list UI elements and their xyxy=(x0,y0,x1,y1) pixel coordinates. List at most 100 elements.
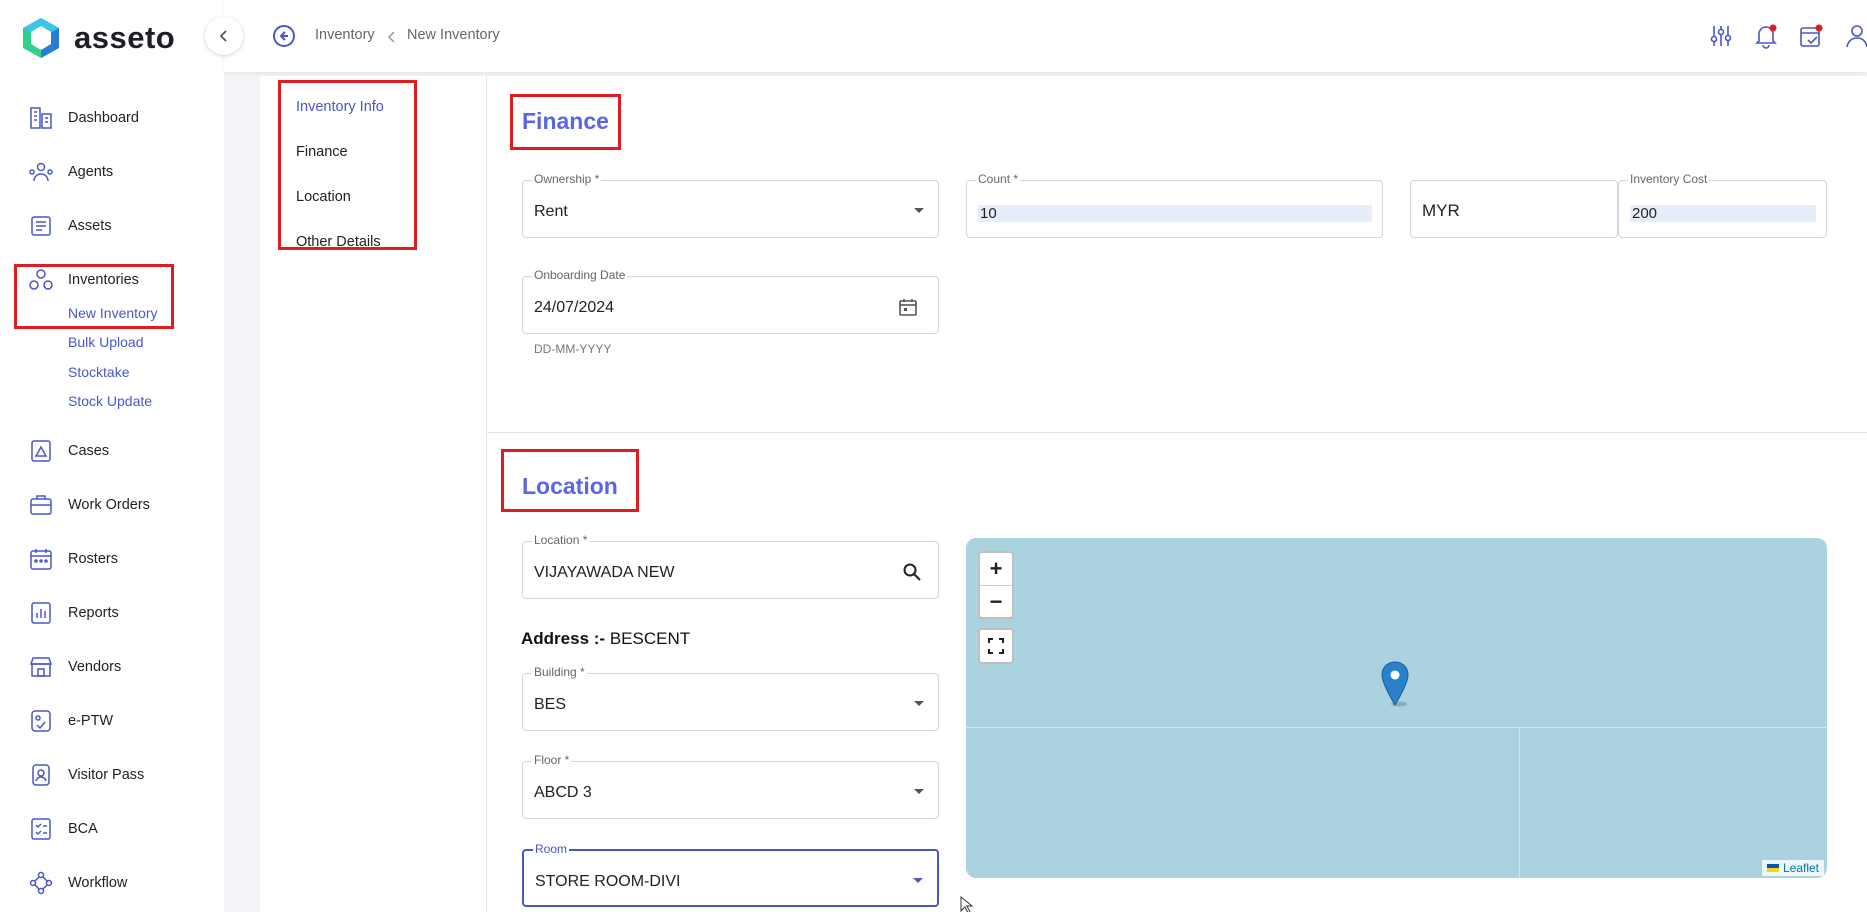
logo[interactable]: asseto xyxy=(20,16,175,60)
zoom-out-button[interactable]: − xyxy=(980,585,1012,617)
inventory-cost-label: Inventory Cost xyxy=(1628,172,1710,186)
sidebar-subitem-stocktake[interactable]: Stocktake xyxy=(68,364,129,380)
building-value: BES xyxy=(534,696,567,713)
building-select[interactable]: Building * BES xyxy=(522,665,939,731)
sidebar-item-agents[interactable]: Agents xyxy=(28,158,113,186)
dropdown-caret-icon xyxy=(914,208,924,213)
room-label: Room xyxy=(533,842,570,856)
sidebar-item-label: Agents xyxy=(68,164,114,180)
leaflet-link[interactable]: Leaflet xyxy=(1783,861,1819,875)
sidebar-item-label: BCA xyxy=(68,821,98,837)
highlight-box-finance xyxy=(510,94,621,150)
onboarding-date-input[interactable]: Onboarding Date 24/07/2024 xyxy=(522,268,939,334)
calendar-icon[interactable] xyxy=(898,297,918,317)
sidebar-item-label: Assets xyxy=(68,218,112,234)
address-value: BESCENT xyxy=(609,629,691,648)
back-arrow-icon[interactable] xyxy=(272,24,296,48)
location-map[interactable]: + − Leaflet xyxy=(966,538,1827,878)
sidebar-subitem-bulk-upload[interactable]: Bulk Upload xyxy=(68,334,144,350)
sidebar-item-reports[interactable]: Reports xyxy=(28,599,119,627)
sidebar-item-work-orders[interactable]: Work Orders xyxy=(28,491,150,519)
dropdown-caret-icon xyxy=(913,878,923,883)
sidebar-item-vendors[interactable]: Vendors xyxy=(28,653,121,681)
asseto-logo-icon xyxy=(23,18,59,58)
inventory-cost-input[interactable]: Inventory Cost 200 xyxy=(1618,172,1827,238)
onboarding-date-value: 24/07/2024 xyxy=(534,299,615,316)
notification-bell-icon[interactable] xyxy=(1753,23,1779,49)
sidebar-item-rosters[interactable]: Rosters xyxy=(28,545,118,573)
sidebar-item-bca[interactable]: BCA xyxy=(28,815,98,843)
dropdown-caret-icon xyxy=(914,789,924,794)
zoom-in-button[interactable]: + xyxy=(980,553,1012,585)
breadcrumb-current: New Inventory xyxy=(407,27,500,43)
sidebar-item-eptw[interactable]: e-PTW xyxy=(28,707,113,735)
collapse-sidebar-button[interactable] xyxy=(205,17,243,55)
location-search-input[interactable]: Location * VIJAYAWADA NEW xyxy=(522,533,939,599)
currency-select[interactable]: MYR xyxy=(1410,180,1618,238)
search-icon[interactable] xyxy=(902,562,922,582)
highlight-box-inventories xyxy=(14,264,174,329)
sidebar-item-cases[interactable]: Cases xyxy=(28,437,109,465)
sidebar-item-label: e-PTW xyxy=(68,713,114,729)
breadcrumb-inventory[interactable]: Inventory xyxy=(315,27,375,43)
floor-select[interactable]: Floor * ABCD 3 xyxy=(522,753,939,819)
sidebar-item-dashboard[interactable]: Dashboard xyxy=(28,104,139,132)
sidebar-item-label: Dashboard xyxy=(68,110,139,126)
highlight-box-subnav xyxy=(278,80,417,250)
room-select[interactable]: Room STORE ROOM-DIVI xyxy=(522,842,939,907)
sidebar-item-label: Visitor Pass xyxy=(68,767,145,783)
sidebar-item-assets[interactable]: Assets xyxy=(28,212,112,240)
map-marker-icon[interactable] xyxy=(1380,661,1410,707)
fullscreen-button[interactable] xyxy=(978,628,1014,664)
map-grid-line xyxy=(966,727,1827,728)
reports-icon xyxy=(31,602,51,624)
currency-value: MYR xyxy=(1422,201,1460,220)
chevron-left-icon xyxy=(219,30,227,42)
ownership-label: Ownership * xyxy=(532,172,602,186)
building-label: Building * xyxy=(532,665,587,679)
topbar: Inventory New Inventory xyxy=(224,0,1867,72)
visitor-pass-icon xyxy=(32,764,50,786)
sidebar-subitem-stock-update[interactable]: Stock Update xyxy=(68,393,152,409)
floor-label: Floor * xyxy=(532,753,572,767)
user-profile-icon[interactable] xyxy=(1844,23,1867,49)
date-format-helper: DD-MM-YYYY xyxy=(534,342,612,356)
workflow-icon xyxy=(29,871,53,895)
location-label: Location * xyxy=(532,533,590,547)
vertical-divider xyxy=(486,76,487,912)
count-input[interactable]: Count * 10 xyxy=(966,172,1383,238)
assets-icon xyxy=(31,216,51,236)
filter-sliders-icon[interactable] xyxy=(1708,23,1734,49)
map-grid-line xyxy=(1519,727,1520,878)
sidebar-item-label: Workflow xyxy=(68,875,128,891)
map-attribution[interactable]: Leaflet xyxy=(1761,860,1824,876)
dropdown-caret-icon xyxy=(914,701,924,706)
sidebar-item-visitor-pass[interactable]: Visitor Pass xyxy=(28,761,144,789)
floor-value: ABCD 3 xyxy=(534,784,592,801)
breadcrumb-chevron-icon xyxy=(387,31,395,43)
sidebar-item-label: Rosters xyxy=(68,551,118,567)
address-label: Address :- xyxy=(521,629,606,648)
vendors-icon xyxy=(29,657,53,677)
ownership-select[interactable]: Ownership * Rent xyxy=(522,172,939,238)
cases-icon xyxy=(31,440,51,462)
room-value: STORE ROOM-DIVI xyxy=(535,873,681,890)
sidebar-item-label: Cases xyxy=(68,443,110,459)
sidebar-item-workflow[interactable]: Workflow xyxy=(28,869,127,897)
count-label: Count * xyxy=(976,172,1021,186)
highlight-box-location xyxy=(501,449,639,512)
work-orders-icon xyxy=(30,495,52,515)
inventory-cost-value: 200 xyxy=(1630,205,1816,222)
dashboard-icon xyxy=(30,107,52,129)
sidebar-item-label: Reports xyxy=(68,605,119,621)
sidebar: asseto Dashboard Agents Assets Inventori… xyxy=(0,0,224,912)
address-line: Address :- BESCENT xyxy=(521,629,690,649)
calendar-check-icon[interactable] xyxy=(1798,23,1824,49)
ownership-value: Rent xyxy=(534,203,568,220)
app: asseto Dashboard Agents Assets Inventori… xyxy=(0,0,1867,912)
rosters-icon xyxy=(30,549,52,570)
agents-icon xyxy=(29,162,53,182)
sidebar-item-label: Work Orders xyxy=(68,497,150,513)
section-divider xyxy=(486,432,1867,433)
map-zoom-control: + − xyxy=(978,551,1014,619)
